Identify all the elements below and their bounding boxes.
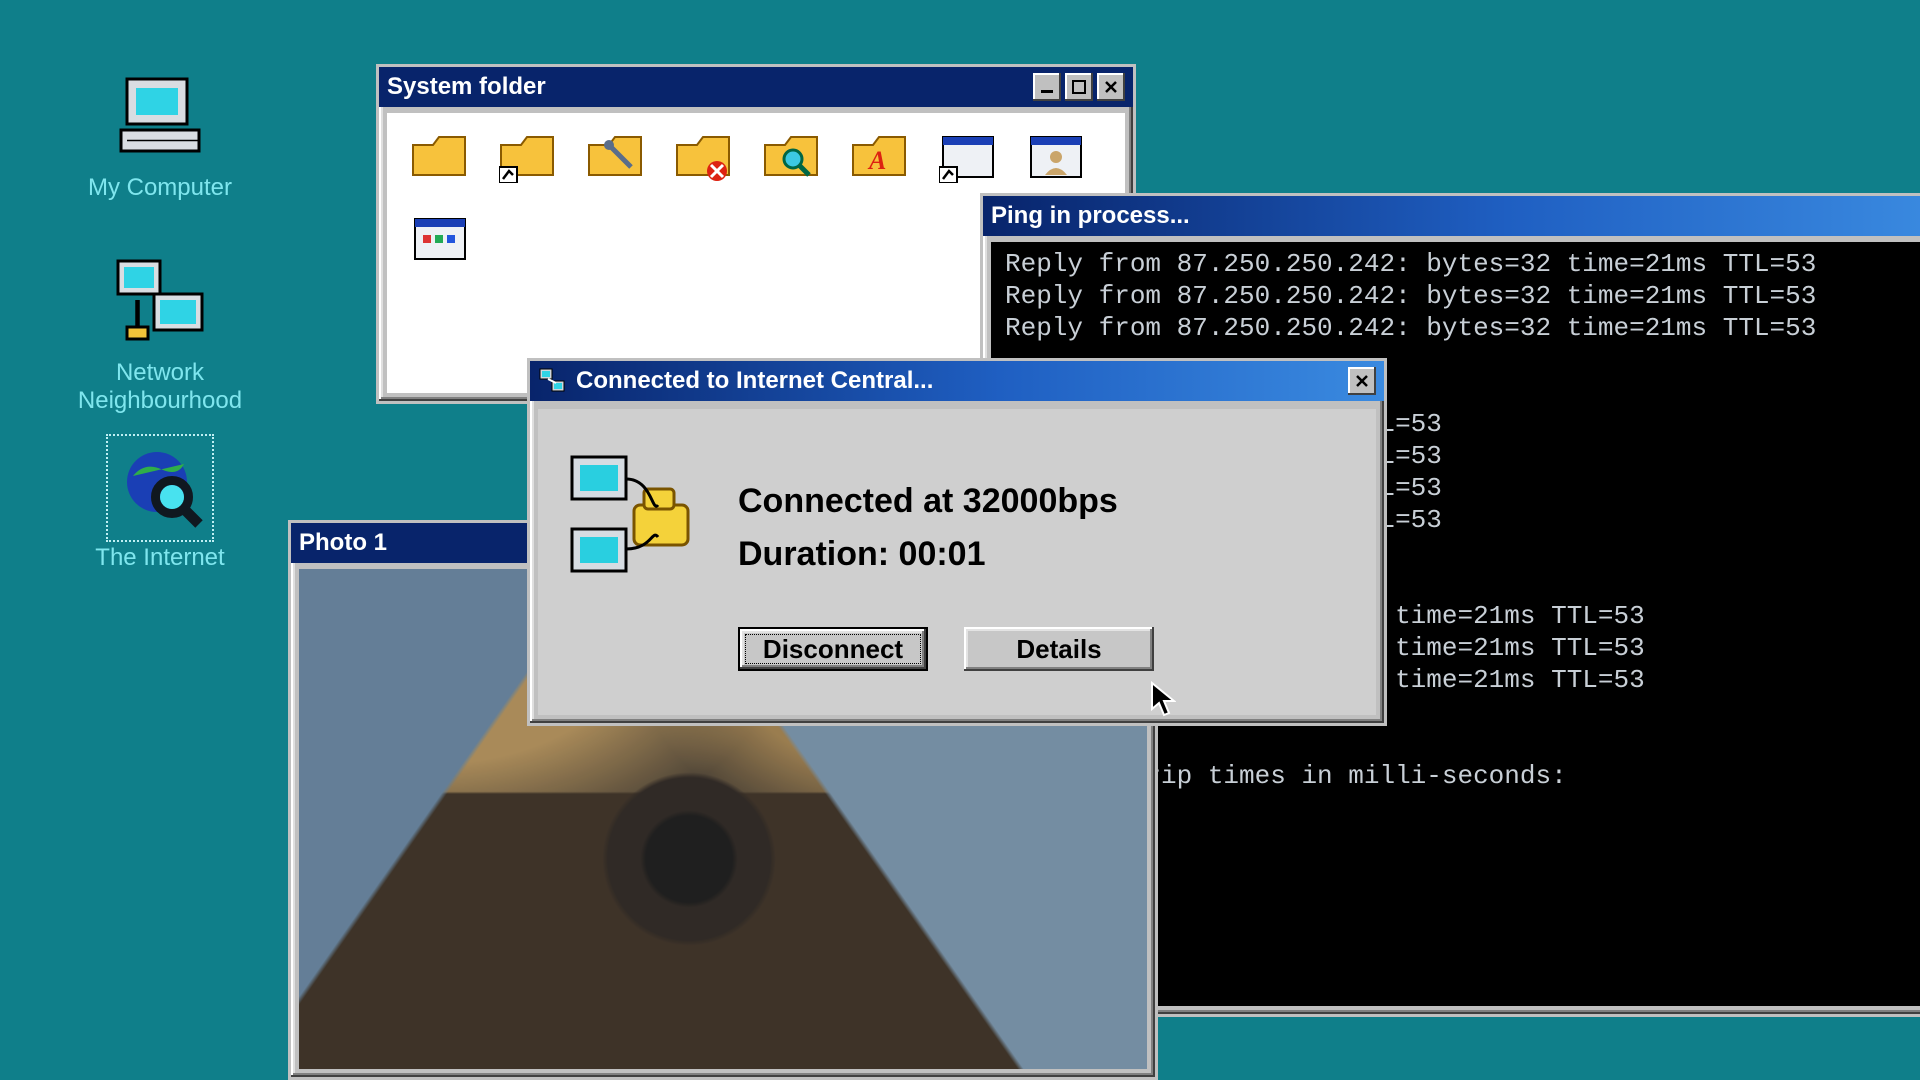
dialup-connection-icon: [562, 449, 702, 589]
folder-blocked-icon[interactable]: [675, 131, 733, 183]
window-apps-icon[interactable]: [411, 213, 469, 265]
globe-search-icon: [112, 440, 208, 536]
close-button[interactable]: [1348, 367, 1376, 395]
connection-titlebar-icon: [538, 367, 566, 395]
desktop-icon-my-computer[interactable]: My Computer: [50, 70, 270, 202]
svg-text:A: A: [867, 146, 886, 175]
network-icon: [112, 255, 208, 351]
disconnect-button[interactable]: Disconnect: [738, 627, 928, 671]
maximize-button[interactable]: [1065, 73, 1093, 101]
folder-tools-icon[interactable]: [587, 131, 645, 183]
titlebar[interactable]: Connected to Internet Central...: [530, 361, 1384, 401]
desktop-icon-label: Network Neighbourhood: [78, 359, 242, 415]
dialog-connection[interactable]: Connected to Internet Central... Connect…: [527, 358, 1387, 726]
desktop-icon-label: The Internet: [95, 544, 224, 572]
window-title: Ping in process...: [991, 202, 1920, 230]
titlebar[interactable]: Ping in process...: [983, 196, 1920, 236]
details-button[interactable]: Details: [964, 627, 1154, 671]
desktop-icon-the-internet[interactable]: The Internet: [50, 440, 270, 572]
minimize-button[interactable]: [1033, 73, 1061, 101]
folder-icon[interactable]: [411, 131, 469, 183]
titlebar[interactable]: System folder: [379, 67, 1133, 107]
computer-icon: [112, 70, 208, 166]
close-button[interactable]: [1097, 73, 1125, 101]
folder-fonts-icon[interactable]: A: [851, 131, 909, 183]
window-title: Connected to Internet Central...: [576, 367, 1348, 395]
folder-shortcut-icon[interactable]: [499, 131, 557, 183]
window-title: System folder: [387, 73, 1033, 101]
desktop-icon-network-neighbourhood[interactable]: Network Neighbourhood: [50, 255, 270, 415]
folder-search-icon[interactable]: [763, 131, 821, 183]
window-user-icon[interactable]: [1027, 131, 1085, 183]
window-shortcut-icon[interactable]: [939, 131, 997, 183]
connection-status-text: Connected at 32000bps Duration: 00:01: [738, 475, 1118, 580]
desktop-icon-label: My Computer: [88, 174, 232, 202]
